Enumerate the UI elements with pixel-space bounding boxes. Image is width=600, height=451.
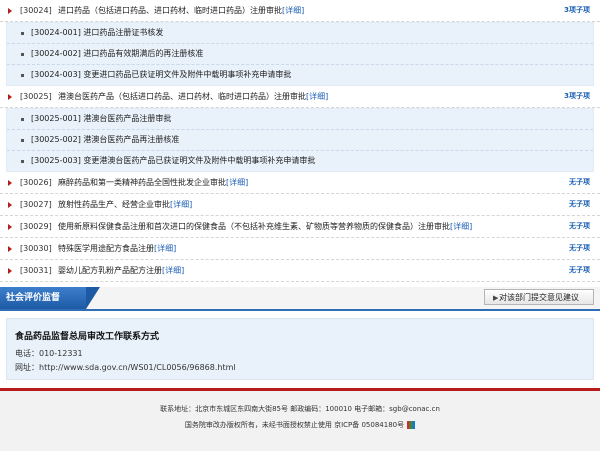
list-item: [30027] 放射性药品生产、经营企业审批[详细] 无子项 — [0, 194, 600, 216]
contact-url[interactable]: 网址：http://www.sda.gov.cn/WS01/CL0056/968… — [15, 362, 585, 373]
item-title: 婴幼儿配方乳粉产品配方注册[详细] — [58, 260, 184, 281]
submit-feedback-button[interactable]: ▶ 对该部门提交意见建议 — [484, 289, 594, 305]
section-tab: 社会评价监督 — [0, 287, 100, 309]
dot-bullet-icon — [21, 160, 24, 163]
subitem-count-label: 无子项 — [569, 244, 590, 252]
dot-bullet-icon — [21, 118, 24, 121]
triangle-bullet-icon — [8, 202, 12, 208]
detail-link[interactable]: [详细] — [450, 222, 472, 231]
list-item: [30025] 港澳台医药产品（包括进口药品、进口药材、临时进口药品）注册审批[… — [0, 86, 600, 108]
subitem-count-link[interactable]: 3项子项 — [564, 0, 590, 21]
detail-link[interactable]: [详细] — [170, 200, 192, 209]
subitem-row[interactable]: [30024-001] 进口药品注册证书核发 — [7, 23, 593, 44]
subitem-list: [30025-001] 港澳台医药产品注册审批 [30025-002] 港澳台医… — [6, 108, 594, 172]
item-title-text: 特殊医学用途配方食品注册 — [58, 244, 154, 253]
item-title: 进口药品（包括进口药品、进口药材、临时进口药品）注册审批[详细] — [58, 0, 304, 21]
feedback-section-bar: 社会评价监督 ▶ 对该部门提交意见建议 — [0, 287, 600, 311]
triangle-bullet-icon — [8, 180, 12, 186]
item-code: [30026] — [20, 178, 52, 187]
subitem-row[interactable]: [30025-001] 港澳台医药产品注册审批 — [7, 109, 593, 130]
item-title: 港澳台医药产品（包括进口药品、进口药材、临时进口药品）注册审批[详细] — [58, 86, 328, 107]
item-code: [30024] — [20, 6, 52, 15]
dot-bullet-icon — [21, 74, 24, 77]
list-item: [30024] 进口药品（包括进口药品、进口药材、临时进口药品）注册审批[详细]… — [0, 0, 600, 22]
item-title-text: 进口药品（包括进口药品、进口药材、临时进口药品）注册审批 — [58, 6, 282, 15]
subitem-text: [30025-003] 变更港澳台医药产品已获证明文件及附件中载明事项补充申请审… — [31, 156, 316, 165]
subitem-count-label: 无子项 — [569, 266, 590, 274]
footer-copyright: 国务院审改办版权所有，未经书面授权禁止使用 京ICP备 05084180号 — [0, 420, 600, 430]
item-title-text: 婴幼儿配方乳粉产品配方注册 — [58, 266, 162, 275]
contact-title: 食品药品监督总局审改工作联系方式 — [15, 332, 160, 342]
subitem-row[interactable]: [30024-002] 进口药品有效期满后的再注册核准 — [7, 44, 593, 65]
subitem-list: [30024-001] 进口药品注册证书核发 [30024-002] 进口药品有… — [6, 22, 594, 86]
item-code: [30030] — [20, 244, 52, 253]
subitem-count-link[interactable]: 3项子项 — [564, 86, 590, 107]
dot-bullet-icon — [21, 32, 24, 35]
triangle-bullet-icon — [8, 268, 12, 274]
dot-bullet-icon — [21, 139, 24, 142]
arrow-right-icon: ▶ — [493, 294, 499, 302]
subitem-row[interactable]: [30025-003] 变更港澳台医药产品已获证明文件及附件中载明事项补充申请审… — [7, 151, 593, 171]
detail-link[interactable]: [详细] — [226, 178, 248, 187]
item-title-text: 港澳台医药产品（包括进口药品、进口药材、临时进口药品）注册审批 — [58, 92, 306, 101]
detail-link[interactable]: [详细] — [162, 266, 184, 275]
footer-copyright-text: 国务院审改办版权所有，未经书面授权禁止使用 京ICP备 05084180号 — [184, 421, 405, 429]
item-title-text: 使用新原料保健食品注册和首次进口的保健食品（不包括补充维生素、矿物质等营养物质的… — [58, 222, 450, 231]
item-title-text: 麻醉药品和第一类精神药品全国性批发企业审批 — [58, 178, 226, 187]
item-title: 放射性药品生产、经营企业审批[详细] — [58, 194, 192, 215]
list-item: [30029] 使用新原料保健食品注册和首次进口的保健食品（不包括补充维生素、矿… — [0, 216, 600, 238]
item-code: [30025] — [20, 92, 52, 101]
item-list: [30024] 进口药品（包括进口药品、进口药材、临时进口药品）注册审批[详细]… — [0, 0, 600, 282]
submit-feedback-label: 对该部门提交意见建议 — [499, 293, 579, 302]
list-item: [30031] 婴幼儿配方乳粉产品配方注册[详细] 无子项 — [0, 260, 600, 282]
subitem-text: [30024-002] 进口药品有效期满后的再注册核准 — [31, 49, 204, 58]
subitem-row[interactable]: [30025-002] 港澳台医药产品再注册核准 — [7, 130, 593, 151]
subitem-count-label: 无子项 — [569, 222, 590, 230]
item-code: [30029] — [20, 222, 52, 231]
item-title: 使用新原料保健食品注册和首次进口的保健食品（不包括补充维生素、矿物质等营养物质的… — [58, 216, 472, 237]
subitem-text: [30024-003] 变更进口药品已获证明文件及附件中载明事项补充申请审批 — [31, 70, 292, 79]
icp-badge-icon[interactable] — [407, 421, 416, 429]
item-title: 麻醉药品和第一类精神药品全国性批发企业审批[详细] — [58, 172, 248, 193]
subitem-count-label: 无子项 — [569, 178, 590, 186]
item-title: 特殊医学用途配方食品注册[详细] — [58, 238, 176, 259]
triangle-bullet-icon — [8, 224, 12, 230]
detail-link[interactable]: [详细] — [282, 6, 304, 15]
subitem-text: [30025-001] 港澳台医药产品注册审批 — [31, 114, 172, 123]
item-title-text: 放射性药品生产、经营企业审批 — [58, 200, 170, 209]
triangle-bullet-icon — [8, 94, 12, 100]
list-item: [30030] 特殊医学用途配方食品注册[详细] 无子项 — [0, 238, 600, 260]
footer-address: 联系地址：北京市东城区东四南大街85号 邮政编码：100010 电子邮箱：sgb… — [160, 405, 440, 413]
footer: 联系地址：北京市东城区东四南大街85号 邮政编码：100010 电子邮箱：sgb… — [0, 388, 600, 451]
contact-panel: 食品药品监督总局审改工作联系方式 电话：010-12331 网址：http://… — [6, 318, 594, 380]
subitem-row[interactable]: [30024-003] 变更进口药品已获证明文件及附件中载明事项补充申请审批 — [7, 65, 593, 85]
item-code: [30027] — [20, 200, 52, 209]
subitem-text: [30024-001] 进口药品注册证书核发 — [31, 28, 164, 37]
contact-phone: 电话：010-12331 — [15, 349, 83, 358]
subitem-text: [30025-002] 港澳台医药产品再注册核准 — [31, 135, 180, 144]
triangle-bullet-icon — [8, 8, 12, 14]
item-code: [30031] — [20, 266, 52, 275]
detail-link[interactable]: [详细] — [154, 244, 176, 253]
dot-bullet-icon — [21, 53, 24, 56]
subitem-count-label: 无子项 — [569, 200, 590, 208]
list-item: [30026] 麻醉药品和第一类精神药品全国性批发企业审批[详细] 无子项 — [0, 172, 600, 194]
triangle-bullet-icon — [8, 246, 12, 252]
detail-link[interactable]: [详细] — [306, 92, 328, 101]
